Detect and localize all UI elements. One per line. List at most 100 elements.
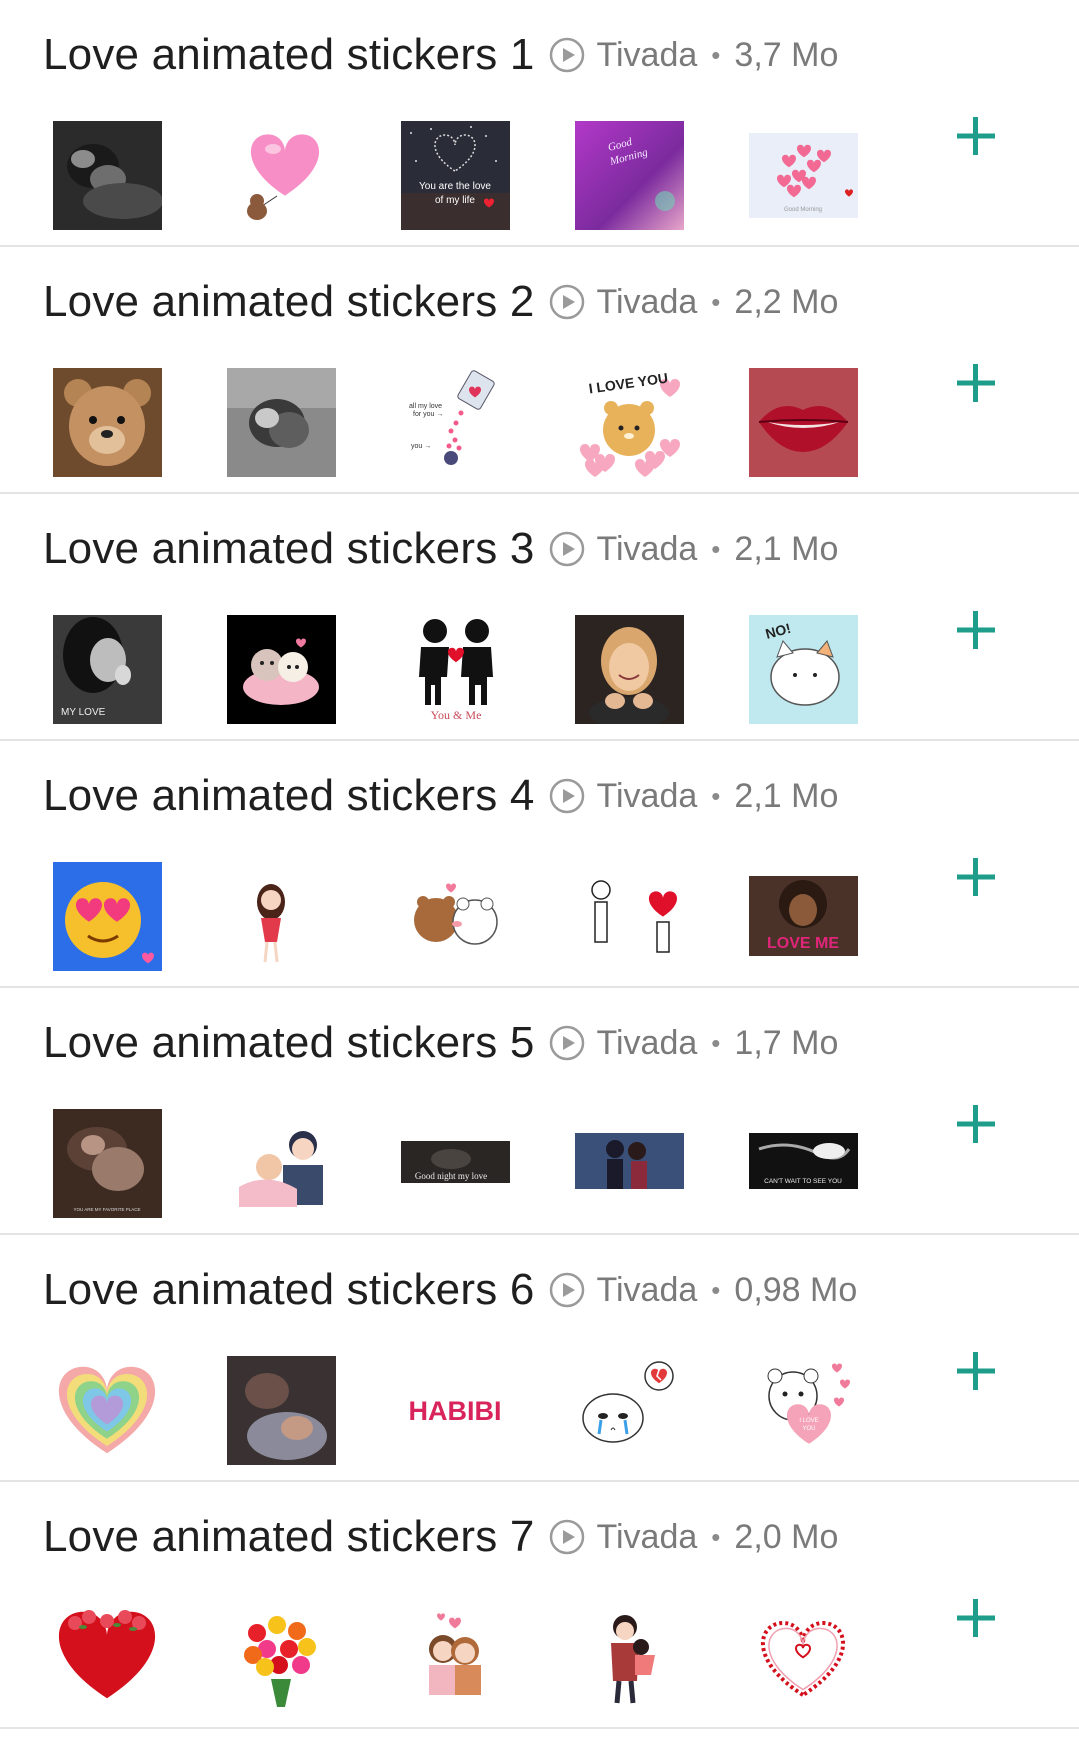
bears-hug-sticker[interactable] (401, 862, 510, 971)
pink-butterflies-good-morning-sticker[interactable]: Good Morning (749, 121, 858, 230)
pack-size: 2,1 Mo (734, 776, 839, 815)
stick-figure-heart-sticker[interactable] (575, 862, 684, 971)
couple-bw-photo-sticker[interactable] (53, 121, 162, 230)
rainbow-heart-sticker[interactable] (53, 1356, 162, 1465)
pack-size: 1,7 Mo (734, 1023, 839, 1062)
habibi-text-sticker[interactable]: HABIBI (401, 1356, 510, 1465)
pack-meta: Tivada • 2,1 Mo (597, 777, 839, 816)
svg-text:of my life: of my life (435, 195, 475, 206)
couple-dance-photo-sticker-image (575, 1109, 684, 1218)
stick-figure-heart-sticker-image (575, 862, 684, 971)
sticker-pack-row-4[interactable]: Love animated stickers 4 Tivada • 2,1 Mo… (0, 741, 1079, 988)
cartoon-couple-carry-sticker-image (575, 1603, 684, 1712)
couple-dance-photo-sticker[interactable] (575, 1109, 684, 1218)
sticker-pack-list: Love animated stickers 1 Tivada • 3,7 Mo… (0, 0, 1079, 1729)
cute-couple-bed-sticker[interactable] (227, 615, 336, 724)
meta-separator: • (711, 1521, 721, 1552)
woman-kiss-bw-my-love-sticker-image: MY LOVE (53, 615, 162, 724)
bear-i-love-you-sticker[interactable]: I LOVE YOU (749, 1356, 858, 1465)
heart-night-sky-text-sticker[interactable]: You are the love of my life (401, 121, 510, 230)
couple-sleeping-photo-sticker[interactable] (227, 1356, 336, 1465)
svg-text:you →: you → (411, 443, 431, 450)
cartoon-couple-carry-sticker[interactable] (575, 1603, 684, 1712)
pack-size: 0,98 Mo (734, 1270, 858, 1309)
love-for-you-cup-sticker-image: all my lovefor you → you → (401, 368, 510, 477)
cartoon-couple-hug-sticker-image (227, 1109, 336, 1218)
couple-bed-photo-sticker[interactable]: YOU ARE MY FAVORITE PLACE (53, 1109, 162, 1218)
heart-eyes-emoji-sticker-image (53, 862, 162, 971)
add-pack-button[interactable] (952, 1594, 1000, 1642)
couple-sleeping-photo-sticker-image (227, 1356, 336, 1465)
pack-author: Tivada (596, 529, 698, 568)
pack-author: Tivada (596, 776, 698, 815)
floral-heart-wreath-sticker[interactable] (749, 1603, 858, 1712)
crying-heartbroken-sticker-image (575, 1356, 684, 1465)
play-circle-icon (549, 778, 584, 814)
you-and-me-figures-sticker-image: You & Me (401, 615, 510, 724)
couple-bw-photo-sticker-image (53, 121, 162, 230)
habibi-text-sticker-image: HABIBI (401, 1356, 510, 1465)
pack-title: Love animated stickers 4 (43, 771, 535, 820)
sticker-pack-row-2[interactable]: Love animated stickers 2 Tivada • 2,2 Mo… (0, 247, 1079, 494)
cartoon-couple-hug-sticker[interactable] (227, 1109, 336, 1218)
sticker-preview-row: YOU ARE MY FAVORITE PLACE Good night my l… (53, 1109, 858, 1218)
svg-text:You & Me: You & Me (431, 708, 482, 722)
red-lips-sticker[interactable] (749, 368, 858, 477)
pack-title: Love animated stickers 2 (43, 277, 535, 326)
couple-hug-bw-photo-sticker[interactable] (227, 368, 336, 477)
good-morning-purple-sticker[interactable]: Good Morning (575, 121, 684, 230)
girl-cartoon-sticker[interactable] (227, 862, 336, 971)
sticker-preview-row: all my love for you → you → I LOVE YOU (53, 368, 858, 477)
pack-title: Love animated stickers 3 (43, 524, 535, 573)
heart-eyes-emoji-sticker[interactable] (53, 862, 162, 971)
pink-heart-balloon-bear-sticker-image (227, 121, 336, 230)
flower-bouquet-sticker[interactable] (227, 1603, 336, 1712)
red-heart-roses-sticker[interactable] (53, 1603, 162, 1712)
add-pack-button[interactable] (952, 359, 1000, 407)
cartoon-couple-hearts-sticker[interactable] (401, 1603, 510, 1712)
i-love-you-bear-sticker-image: I LOVE YOU (575, 368, 684, 477)
add-pack-button[interactable] (952, 853, 1000, 901)
svg-text:YOU: YOU (802, 1426, 815, 1432)
sticker-pack-row-1[interactable]: Love animated stickers 1 Tivada • 3,7 Mo… (0, 0, 1079, 247)
love-me-woman-sticker[interactable]: LOVE ME (749, 862, 858, 971)
you-and-me-figures-sticker[interactable]: You & Me (401, 615, 510, 724)
pink-heart-balloon-bear-sticker[interactable] (227, 121, 336, 230)
sticker-preview-row: HABIBI I LOVE YOU (53, 1356, 858, 1465)
add-pack-button[interactable] (952, 112, 1000, 160)
add-pack-button[interactable] (952, 606, 1000, 654)
sticker-pack-row-7[interactable]: Love animated stickers 7 Tivada • 2,0 Mo (0, 1482, 1079, 1729)
woman-kiss-bw-my-love-sticker[interactable]: MY LOVE (53, 615, 162, 724)
smiling-woman-photo-sticker[interactable] (575, 615, 684, 724)
pack-header: Love animated stickers 6 Tivada • 0,98 M… (43, 1265, 1059, 1315)
svg-text:You are the love: You are the love (419, 181, 491, 192)
i-love-you-bear-sticker[interactable]: I LOVE YOU (575, 368, 684, 477)
crying-heartbroken-sticker[interactable] (575, 1356, 684, 1465)
sticker-pack-row-6[interactable]: Love animated stickers 6 Tivada • 0,98 M… (0, 1235, 1079, 1482)
love-for-you-cup-sticker[interactable]: all my love for you → you → (401, 368, 510, 477)
no-cat-sticker-image: NO! (749, 615, 858, 724)
sticker-pack-row-3[interactable]: Love animated stickers 3 Tivada • 2,1 Mo… (0, 494, 1079, 741)
add-pack-button[interactable] (952, 1347, 1000, 1395)
heart-night-sky-text-sticker-image: You are the love of my life (401, 121, 510, 230)
red-lips-sticker-image (749, 368, 858, 477)
pack-author: Tivada (596, 1023, 698, 1062)
svg-text:Good night my love: Good night my love (415, 1171, 487, 1181)
pack-meta: Tivada • 1,7 Mo (597, 1024, 839, 1063)
pack-meta: Tivada • 2,0 Mo (597, 1518, 839, 1557)
no-cat-sticker[interactable]: NO! (749, 615, 858, 724)
sticker-preview-row: LOVE ME (53, 862, 858, 971)
sticker-pack-row-5[interactable]: Love animated stickers 5 Tivada • 1,7 Mo… (0, 988, 1079, 1235)
cant-wait-to-see-you-sticker[interactable]: CAN'T WAIT TO SEE YOU (749, 1109, 858, 1218)
bear-i-love-you-sticker-image: I LOVE YOU (749, 1356, 858, 1465)
add-pack-button[interactable] (952, 1100, 1000, 1148)
teddy-bear-photo-sticker[interactable] (53, 368, 162, 477)
play-circle-icon (549, 1025, 584, 1061)
pack-size: 2,1 Mo (734, 529, 839, 568)
pack-author: Tivada (596, 1517, 698, 1556)
pack-header: Love animated stickers 5 Tivada • 1,7 Mo (43, 1018, 1059, 1068)
good-night-my-love-sticker-image: Good night my love (401, 1109, 510, 1218)
svg-text:I LOVE: I LOVE (799, 1418, 818, 1424)
good-night-my-love-sticker[interactable]: Good night my love (401, 1109, 510, 1218)
sticker-preview-row (53, 1603, 858, 1712)
